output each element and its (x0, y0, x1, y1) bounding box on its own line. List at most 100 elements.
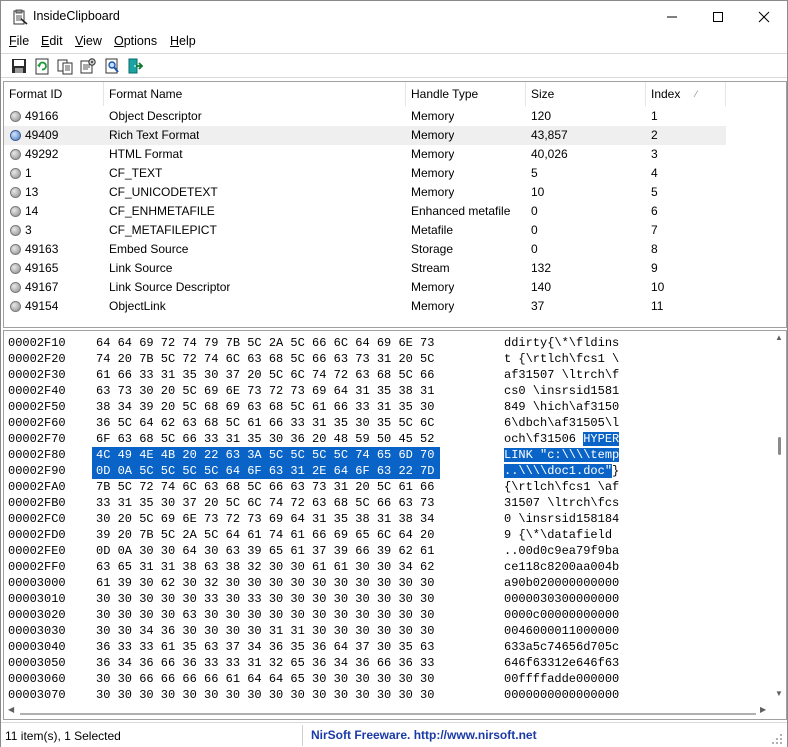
hex-line[interactable]: 00003070 30 30 30 30 30 30 30 30 30 30 30… (4, 687, 774, 703)
nirsoft-link[interactable]: NirSoft Freeware. http://www.nirsoft.net (311, 728, 537, 742)
table-row[interactable]: 49292 HTML Format Memory 40,026 3 (4, 145, 726, 164)
col-format-name[interactable]: Format Name (104, 82, 406, 106)
menu-help-accel: H (170, 34, 180, 48)
hex-line[interactable]: 00002F20 74 20 7B 5C 72 74 6C 63 68 5C 66… (4, 351, 774, 367)
hex-line[interactable]: 00002F50 38 34 39 20 5C 68 69 63 68 5C 61… (4, 399, 774, 415)
hex-line[interactable]: 00003010 30 30 30 30 30 33 30 33 30 30 30… (4, 591, 774, 607)
hex-line[interactable]: 00002F40 63 73 30 20 5C 69 6E 73 72 73 69… (4, 383, 774, 399)
cell-handle: Memory (411, 128, 455, 142)
hex-bytes: 0D 0A 5C 5C 5C 5C 64 6F 63 31 2E 64 6F 6… (92, 463, 441, 479)
scroll-down-icon[interactable]: ▼ (775, 689, 783, 698)
exit-icon[interactable] (126, 57, 144, 75)
menu-view[interactable]: View (75, 34, 102, 48)
col-handle-type-label: Handle Type (411, 87, 479, 101)
cell-name: HTML Format (109, 147, 183, 161)
scroll-left-icon[interactable]: ◀ (8, 705, 14, 714)
copy-icon[interactable] (56, 57, 74, 75)
hex-ascii-text: t {\rtlch\fcs1 \ (504, 352, 620, 366)
find-icon[interactable] (103, 57, 121, 75)
hex-line[interactable]: 00002F90 0D 0A 5C 5C 5C 5C 64 6F 63 31 2E… (4, 463, 774, 479)
hex-bytes: 38 34 39 20 5C 68 69 63 68 5C 61 66 33 3… (96, 400, 435, 414)
col-index[interactable]: Index ⁄ (646, 82, 726, 106)
format-circle-icon (10, 111, 21, 122)
sort-ascending-icon: ⁄ (695, 89, 697, 99)
hex-line[interactable]: 00002F70 6F 63 68 5C 66 33 31 35 30 36 20… (4, 431, 774, 447)
table-row[interactable]: 49165 Link Source Stream 132 9 (4, 259, 726, 278)
format-circle-icon (10, 187, 21, 198)
minimize-button[interactable] (649, 1, 695, 32)
close-button[interactable] (741, 1, 787, 32)
table-row[interactable]: 49154 ObjectLink Memory 37 11 (4, 297, 726, 316)
hex-address: 00002F20 (8, 352, 66, 366)
hex-line[interactable]: 00002FB0 33 31 35 30 37 20 5C 6C 74 72 63… (4, 495, 774, 511)
table-row[interactable]: 13 CF_UNICODETEXT Memory 10 5 (4, 183, 726, 202)
list-header: Format ID Format Name Handle Type Size I… (4, 82, 786, 106)
cell-id: 13 (25, 185, 39, 199)
menu-edit[interactable]: Edit (41, 34, 63, 48)
cell-size: 0 (531, 204, 538, 218)
hex-line[interactable]: 00002FD0 39 20 7B 5C 2A 5C 64 61 74 61 66… (4, 527, 774, 543)
formats-list[interactable]: Format ID Format Name Handle Type Size I… (3, 81, 787, 328)
table-row[interactable]: 3 CF_METAFILEPICT Metafile 0 7 (4, 221, 726, 240)
col-handle-type[interactable]: Handle Type (406, 82, 526, 106)
horizontal-scroll-thumb[interactable] (20, 713, 756, 715)
cell-index: 8 (651, 242, 658, 256)
cell-id: 49165 (25, 261, 59, 275)
hex-line[interactable]: 00002F60 36 5C 64 62 63 68 5C 61 66 33 31… (4, 415, 774, 431)
hex-bytes: 61 39 30 62 30 32 30 30 30 30 30 30 30 3… (96, 576, 435, 590)
title-bar[interactable]: InsideClipboard (1, 1, 787, 32)
maximize-button[interactable] (695, 1, 741, 32)
table-row[interactable]: 49167 Link Source Descriptor Memory 140 10 (4, 278, 726, 297)
hex-ascii: a90b020000000000 (504, 575, 619, 591)
table-row[interactable]: 49166 Object Descriptor Memory 120 1 (4, 107, 726, 126)
hex-line[interactable]: 00002FC0 30 20 5C 69 6E 73 72 73 69 64 31… (4, 511, 774, 527)
menu-file-accel: F (9, 34, 17, 48)
cell-id: 49154 (25, 299, 59, 313)
save-icon[interactable] (10, 57, 28, 75)
vertical-scrollbar[interactable]: ▲ ▼ (772, 331, 786, 701)
hex-address: 00003060 (8, 672, 66, 686)
status-item-count: 11 item(s), 1 Selected (5, 729, 121, 743)
hex-line[interactable]: 00002F80 4C 49 4E 4B 20 22 63 3A 5C 5C 5C… (4, 447, 774, 463)
format-circle-icon (10, 301, 21, 312)
hex-ascii: 0 \insrsid158184 (504, 511, 619, 527)
refresh-icon[interactable] (33, 57, 51, 75)
hex-line[interactable]: 00002F10 64 64 69 72 74 79 7B 5C 2A 5C 66… (4, 335, 774, 351)
horizontal-scrollbar[interactable]: ◀ ▶ (4, 703, 772, 719)
hex-line[interactable]: 00003020 30 30 30 30 63 30 30 30 30 30 30… (4, 607, 774, 623)
menu-file[interactable]: File (9, 34, 29, 48)
menu-help[interactable]: Help (170, 34, 196, 48)
hex-line[interactable]: 00002F30 61 66 33 31 35 30 37 20 5C 6C 74… (4, 367, 774, 383)
hex-line[interactable]: 00003030 30 30 34 36 30 30 30 30 31 31 30… (4, 623, 774, 639)
resize-grip-icon[interactable] (771, 733, 783, 745)
scroll-up-icon[interactable]: ▲ (775, 333, 783, 342)
hex-line[interactable]: 00003050 36 34 36 66 36 33 33 31 32 65 36… (4, 655, 774, 671)
cell-size: 120 (531, 109, 552, 123)
table-row[interactable]: 49163 Embed Source Storage 0 8 (4, 240, 726, 259)
hex-line[interactable]: 00003040 36 33 33 61 35 63 37 34 36 35 36… (4, 639, 774, 655)
scroll-right-icon[interactable]: ▶ (760, 705, 766, 714)
hex-line[interactable]: 00002FF0 63 65 31 31 38 63 38 32 30 30 61… (4, 559, 774, 575)
cell-index: 4 (651, 166, 658, 180)
hex-ascii-text: 0000000000000000 (504, 688, 620, 702)
col-size[interactable]: Size (526, 82, 646, 106)
hex-dump-view[interactable]: 00002F10 64 64 69 72 74 79 7B 5C 2A 5C 66… (3, 330, 787, 720)
cell-name: Rich Text Format (109, 128, 200, 142)
vertical-scroll-thumb[interactable] (778, 437, 781, 455)
table-row[interactable]: 14 CF_ENHMETAFILE Enhanced metafile 0 6 (4, 202, 726, 221)
col-format-id[interactable]: Format ID (4, 82, 104, 106)
properties-icon[interactable] (79, 57, 97, 75)
hex-line[interactable]: 00002FA0 7B 5C 72 74 6C 63 68 5C 66 63 73… (4, 479, 774, 495)
table-row[interactable]: 49409 Rich Text Format Memory 43,857 2 (4, 126, 726, 145)
menu-options[interactable]: Options (114, 34, 157, 48)
hex-address: 00003070 (8, 688, 66, 702)
hex-line[interactable]: 00003060 30 30 66 66 66 66 61 64 64 65 30… (4, 671, 774, 687)
hex-line[interactable]: 00003000 61 39 30 62 30 32 30 30 30 30 30… (4, 575, 774, 591)
table-row[interactable]: 1 CF_TEXT Memory 5 4 (4, 164, 726, 183)
cell-handle: Stream (411, 261, 450, 275)
hex-ascii-text: 9 {\*\datafield (504, 528, 620, 542)
hex-ascii-text: 6\dbch\af31505\l (504, 416, 620, 430)
hex-ascii-text: ddirty{\*\fldins (504, 336, 620, 350)
hex-line[interactable]: 00002FE0 0D 0A 30 30 64 30 63 39 65 61 37… (4, 543, 774, 559)
hex-address: 00003000 (8, 576, 66, 590)
